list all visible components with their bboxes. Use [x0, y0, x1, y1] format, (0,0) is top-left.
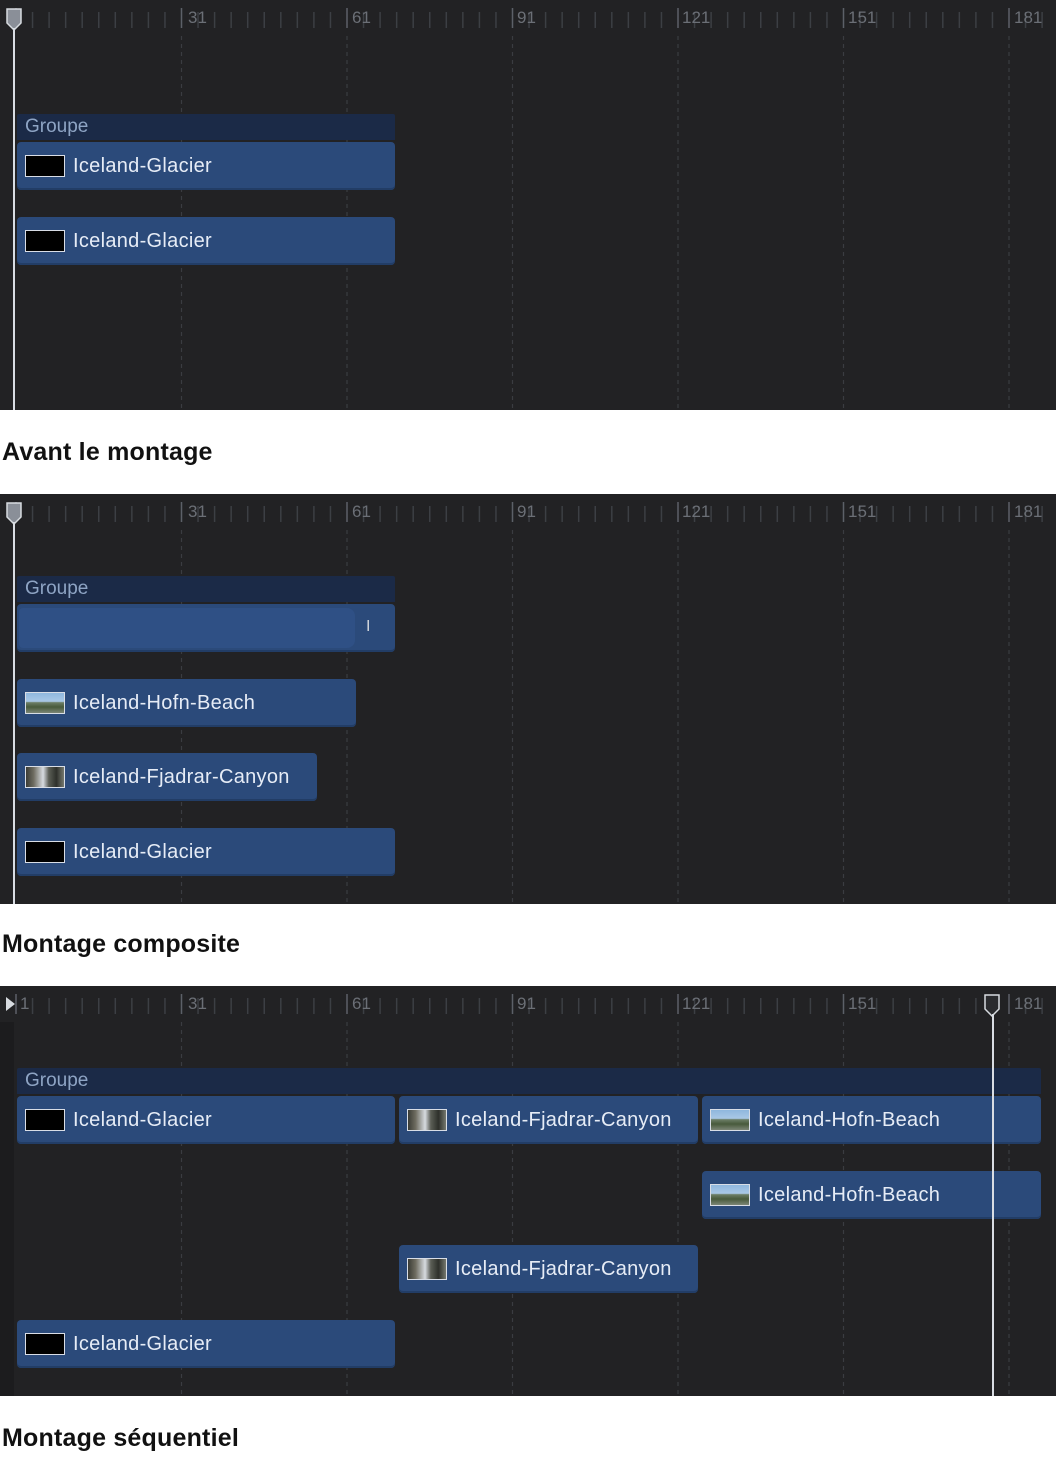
group-clip-iceland-glacier[interactable]: Iceland-Glacier [17, 1096, 395, 1144]
clip-iceland-fjadrar-canyon[interactable]: Iceland-Fjadrar-Canyon [17, 753, 317, 801]
composite-marker: I [366, 618, 371, 635]
ruler-label-61: 61 [352, 8, 371, 27]
clip-thumbnail [710, 1109, 750, 1131]
group-clip-iceland-hofn-beach[interactable]: Iceland-Hofn-Beach [702, 1096, 1041, 1144]
timeline-ruler[interactable]: 31 61 91 121 151 181 [0, 0, 1056, 410]
ruler-label-151: 151 [848, 8, 877, 27]
clip-label: Iceland-Glacier [73, 840, 213, 863]
clip-label: Iceland-Fjadrar-Canyon [455, 1108, 672, 1131]
clip-label: Iceland-Glacier [73, 154, 213, 177]
group-clip-iceland-glacier[interactable]: Iceland-Glacier [17, 142, 395, 190]
group-track[interactable]: Groupe [17, 576, 395, 602]
track-left-edge [0, 1022, 14, 1396]
clip-thumbnail [25, 692, 65, 714]
clip-iceland-glacier[interactable]: Iceland-Glacier [17, 1320, 395, 1368]
clip-iceland-hofn-beach[interactable]: Iceland-Hofn-Beach [17, 679, 356, 727]
clip-thumbnail [25, 1109, 65, 1131]
clip-thumbnail [407, 1109, 447, 1131]
clip-iceland-glacier[interactable]: Iceland-Glacier [17, 217, 395, 265]
timeline-panel-before: 31 61 91 121 151 181 Groupe Iceland-Glac… [0, 0, 1056, 410]
composite-inner-clip[interactable] [19, 608, 355, 648]
ruler-label-151: 151 [848, 994, 877, 1013]
clip-label: Iceland-Glacier [73, 1108, 213, 1131]
group-label: Groupe [25, 1070, 89, 1091]
clip-iceland-glacier[interactable]: Iceland-Glacier [17, 828, 395, 876]
group-track[interactable]: Groupe [17, 1068, 1041, 1094]
clip-thumbnail [25, 230, 65, 252]
group-clip-iceland-fjadrar-canyon[interactable]: Iceland-Fjadrar-Canyon [399, 1096, 698, 1144]
playhead-line[interactable] [992, 1014, 994, 1396]
clip-label: Iceland-Glacier [73, 229, 213, 252]
ruler-label-61: 61 [352, 994, 371, 1013]
play-range-start-icon[interactable] [4, 995, 18, 1015]
ruler-label-61: 61 [352, 502, 371, 521]
ruler-label-121: 121 [682, 8, 711, 27]
clip-label: Iceland-Fjadrar-Canyon [73, 765, 290, 788]
clip-thumbnail [407, 1258, 447, 1280]
group-track[interactable]: Groupe [17, 114, 395, 140]
playhead-icon[interactable] [5, 7, 25, 33]
ruler-label-181: 181 [1014, 994, 1043, 1013]
clip-thumbnail [710, 1184, 750, 1206]
clip-iceland-fjadrar-canyon[interactable]: Iceland-Fjadrar-Canyon [399, 1245, 698, 1293]
clip-thumbnail [25, 1333, 65, 1355]
timeline-ruler[interactable]: 1 31 61 91 121 151 181 [0, 986, 1056, 1396]
clip-label: Iceland-Hofn-Beach [758, 1108, 941, 1131]
caption-composite: Montage composite [2, 930, 241, 958]
playhead-line[interactable] [13, 522, 15, 904]
ruler-label-31: 31 [188, 8, 207, 27]
clip-label: Iceland-Fjadrar-Canyon [455, 1257, 672, 1280]
ruler-label-181: 181 [1014, 502, 1043, 521]
ruler-label-91: 91 [517, 8, 536, 27]
ruler-ticks [15, 8, 1043, 410]
caption-sequential: Montage séquentiel [2, 1424, 239, 1452]
timeline-ruler[interactable]: 31 61 91 121 151 181 [0, 494, 1056, 904]
clip-label: Iceland-Hofn-Beach [73, 691, 256, 714]
clip-thumbnail [25, 766, 65, 788]
ruler-label-91: 91 [517, 994, 536, 1013]
clip-label: Iceland-Glacier [73, 1332, 213, 1355]
clip-label: Iceland-Hofn-Beach [758, 1183, 941, 1206]
timeline-panel-composite: 31 61 91 121 151 181 Groupe I Iceland-Ho… [0, 494, 1056, 904]
playhead-line[interactable] [13, 28, 15, 410]
clip-iceland-hofn-beach[interactable]: Iceland-Hofn-Beach [702, 1171, 1041, 1219]
ruler-label-31: 31 [188, 994, 207, 1013]
timeline-panel-sequential: 1 31 61 91 121 151 181 Groupe Iceland-Gl… [0, 986, 1056, 1396]
ruler-label-1: 1 [20, 994, 30, 1013]
playhead-icon[interactable] [5, 501, 25, 527]
ruler-label-151: 151 [848, 502, 877, 521]
ruler-label-31: 31 [188, 502, 207, 521]
caption-before: Avant le montage [2, 438, 213, 466]
ruler-label-181: 181 [1014, 8, 1043, 27]
ruler-label-91: 91 [517, 502, 536, 521]
group-label: Groupe [25, 578, 89, 599]
clip-thumbnail [25, 841, 65, 863]
group-composite-clip[interactable]: I [17, 604, 395, 652]
group-label: Groupe [25, 116, 89, 137]
ruler-label-121: 121 [682, 502, 711, 521]
clip-thumbnail [25, 155, 65, 177]
ruler-label-121: 121 [682, 994, 711, 1013]
